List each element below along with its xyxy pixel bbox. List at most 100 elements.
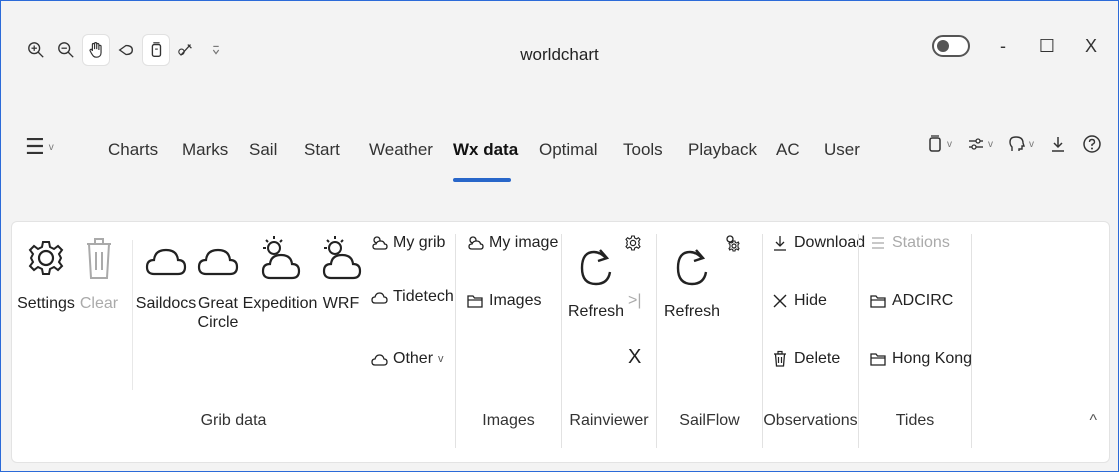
cog-settings-icon bbox=[726, 235, 740, 252]
group-label-tides: Tides bbox=[895, 412, 935, 429]
trash-icon bbox=[87, 238, 111, 279]
great-circle-label-1: Great bbox=[197, 295, 238, 312]
tab-playback[interactable]: Playback bbox=[688, 140, 757, 160]
settings-label: Settings bbox=[17, 295, 75, 312]
cloud-icon bbox=[371, 292, 388, 304]
tab-start[interactable]: Start bbox=[304, 140, 340, 160]
close-button[interactable]: X bbox=[1080, 35, 1102, 57]
tab-weather[interactable]: Weather bbox=[369, 140, 433, 160]
refresh-icon bbox=[580, 249, 612, 286]
my-grib-label: My grib bbox=[393, 234, 446, 251]
partly-cloudy-icon bbox=[468, 236, 484, 250]
download-icon bbox=[1052, 137, 1064, 152]
tab-tools[interactable]: Tools bbox=[623, 140, 663, 160]
tidetech-label: Tidetech bbox=[393, 288, 454, 305]
tab-wx-data[interactable]: Wx data bbox=[453, 140, 518, 160]
partly-sunny-icon bbox=[261, 236, 301, 280]
sliders-icon bbox=[969, 138, 983, 150]
group-sailflow: Refresh SailFlow bbox=[657, 222, 762, 462]
chevron-down-icon: v bbox=[947, 138, 952, 150]
delete-observations-button[interactable]: Delete bbox=[771, 350, 840, 368]
tidetech-button[interactable]: Tidetech bbox=[370, 288, 454, 306]
clear-button[interactable]: Clear bbox=[76, 234, 122, 313]
great-circle-button[interactable]: Great Circle bbox=[194, 234, 242, 332]
hamburger-menu-button[interactable]: ☰ v bbox=[25, 134, 54, 160]
tab-optimal[interactable]: Optimal bbox=[539, 140, 598, 160]
rainviewer-close-button[interactable]: X bbox=[628, 346, 641, 369]
group-label-observations: Observations bbox=[763, 412, 858, 429]
adcirc-button[interactable]: ADCIRC bbox=[869, 292, 953, 310]
sailflow-refresh-button[interactable]: Refresh bbox=[663, 242, 721, 321]
hide-label: Hide bbox=[794, 292, 827, 309]
theme-toggle[interactable] bbox=[932, 35, 970, 57]
cloud-icon bbox=[371, 354, 388, 366]
expedition-button[interactable]: Expedition bbox=[238, 234, 322, 313]
hide-observations-button[interactable]: Hide bbox=[771, 292, 827, 310]
stations-label: Stations bbox=[892, 234, 950, 251]
folder-icon bbox=[870, 295, 886, 308]
sailflow-settings-button[interactable] bbox=[723, 234, 741, 252]
refresh-label: Refresh bbox=[567, 303, 625, 320]
tab-sail[interactable]: Sail bbox=[249, 140, 277, 160]
close-icon bbox=[773, 294, 787, 308]
tab-user[interactable]: User bbox=[824, 140, 860, 160]
device-icon bbox=[929, 135, 941, 152]
group-divider bbox=[971, 234, 972, 448]
tab-marks[interactable]: Marks bbox=[182, 140, 228, 160]
app-window: worldchart - ☐ X ☰ v Charts Marks Sail S… bbox=[0, 0, 1119, 472]
download-button[interactable] bbox=[1048, 134, 1068, 154]
wrf-button[interactable]: WRF bbox=[318, 234, 364, 313]
download-icon bbox=[774, 236, 786, 251]
chevron-down-icon: v bbox=[988, 138, 993, 150]
refresh-label: Refresh bbox=[663, 303, 721, 320]
device-menu-button[interactable]: v bbox=[925, 134, 952, 154]
tab-charts[interactable]: Charts bbox=[108, 140, 158, 160]
refresh-icon bbox=[676, 249, 708, 286]
hamburger-icon: ☰ bbox=[25, 134, 45, 159]
images-button[interactable]: Images bbox=[466, 292, 541, 310]
hong-kong-label: Hong Kong bbox=[892, 350, 973, 367]
download-observations-button[interactable]: Download bbox=[771, 234, 865, 252]
help-icon bbox=[1083, 135, 1101, 153]
tab-ac[interactable]: AC bbox=[776, 140, 800, 160]
my-image-label: My image bbox=[489, 234, 559, 251]
other-label: Other bbox=[393, 350, 434, 367]
group-tides: Stations ADCIRC Hong Kong Tides bbox=[859, 222, 972, 462]
trash-icon bbox=[774, 350, 786, 367]
hong-kong-button[interactable]: Hong Kong bbox=[869, 350, 972, 368]
rainviewer-step-button[interactable]: >| bbox=[628, 292, 642, 310]
group-label-rainviewer: Rainviewer bbox=[569, 412, 649, 429]
maximize-button[interactable]: ☐ bbox=[1036, 35, 1058, 57]
list-icon bbox=[872, 237, 884, 249]
sliders-menu-button[interactable]: v bbox=[966, 134, 993, 154]
my-image-button[interactable]: My image bbox=[466, 234, 558, 252]
group-observations: Download Hide Delete Observations bbox=[763, 222, 865, 462]
download-label: Download bbox=[794, 234, 866, 251]
images-label: Images bbox=[489, 292, 542, 309]
minimize-button[interactable]: - bbox=[992, 35, 1014, 57]
settings-button[interactable]: Settings bbox=[16, 234, 76, 313]
rainviewer-refresh-button[interactable]: Refresh bbox=[568, 242, 624, 321]
saildocs-button[interactable]: Saildocs bbox=[136, 234, 196, 313]
tab-row-tools: v v v bbox=[925, 134, 1102, 154]
gear-icon bbox=[625, 235, 641, 251]
saildocs-label: Saildocs bbox=[135, 295, 197, 312]
delete-label: Delete bbox=[794, 350, 841, 367]
collapse-ribbon-button[interactable]: ^ bbox=[1089, 412, 1097, 430]
ribbon-tabs: ☰ v Charts Marks Sail Start Weather Wx d… bbox=[1, 126, 1118, 186]
rainviewer-settings-button[interactable] bbox=[624, 234, 642, 252]
chevron-down-icon: v bbox=[1029, 138, 1034, 150]
partly-sunny-icon bbox=[322, 236, 362, 280]
close-icon: X bbox=[628, 346, 642, 368]
ribbon-panel: Settings Clear Saildocs Great Circle Exp… bbox=[11, 221, 1110, 463]
step-end-icon: >| bbox=[628, 292, 642, 309]
head-menu-button[interactable]: v bbox=[1007, 134, 1034, 154]
group-rainviewer: Refresh >| X Rainviewer bbox=[562, 222, 656, 462]
head-icon bbox=[1009, 136, 1025, 151]
other-dropdown[interactable]: Other v bbox=[370, 350, 444, 368]
clear-label: Clear bbox=[79, 295, 119, 312]
stations-button[interactable]: Stations bbox=[869, 234, 950, 252]
active-tab-indicator bbox=[453, 178, 511, 182]
my-grib-button[interactable]: My grib bbox=[370, 234, 445, 252]
help-button[interactable] bbox=[1082, 134, 1102, 154]
